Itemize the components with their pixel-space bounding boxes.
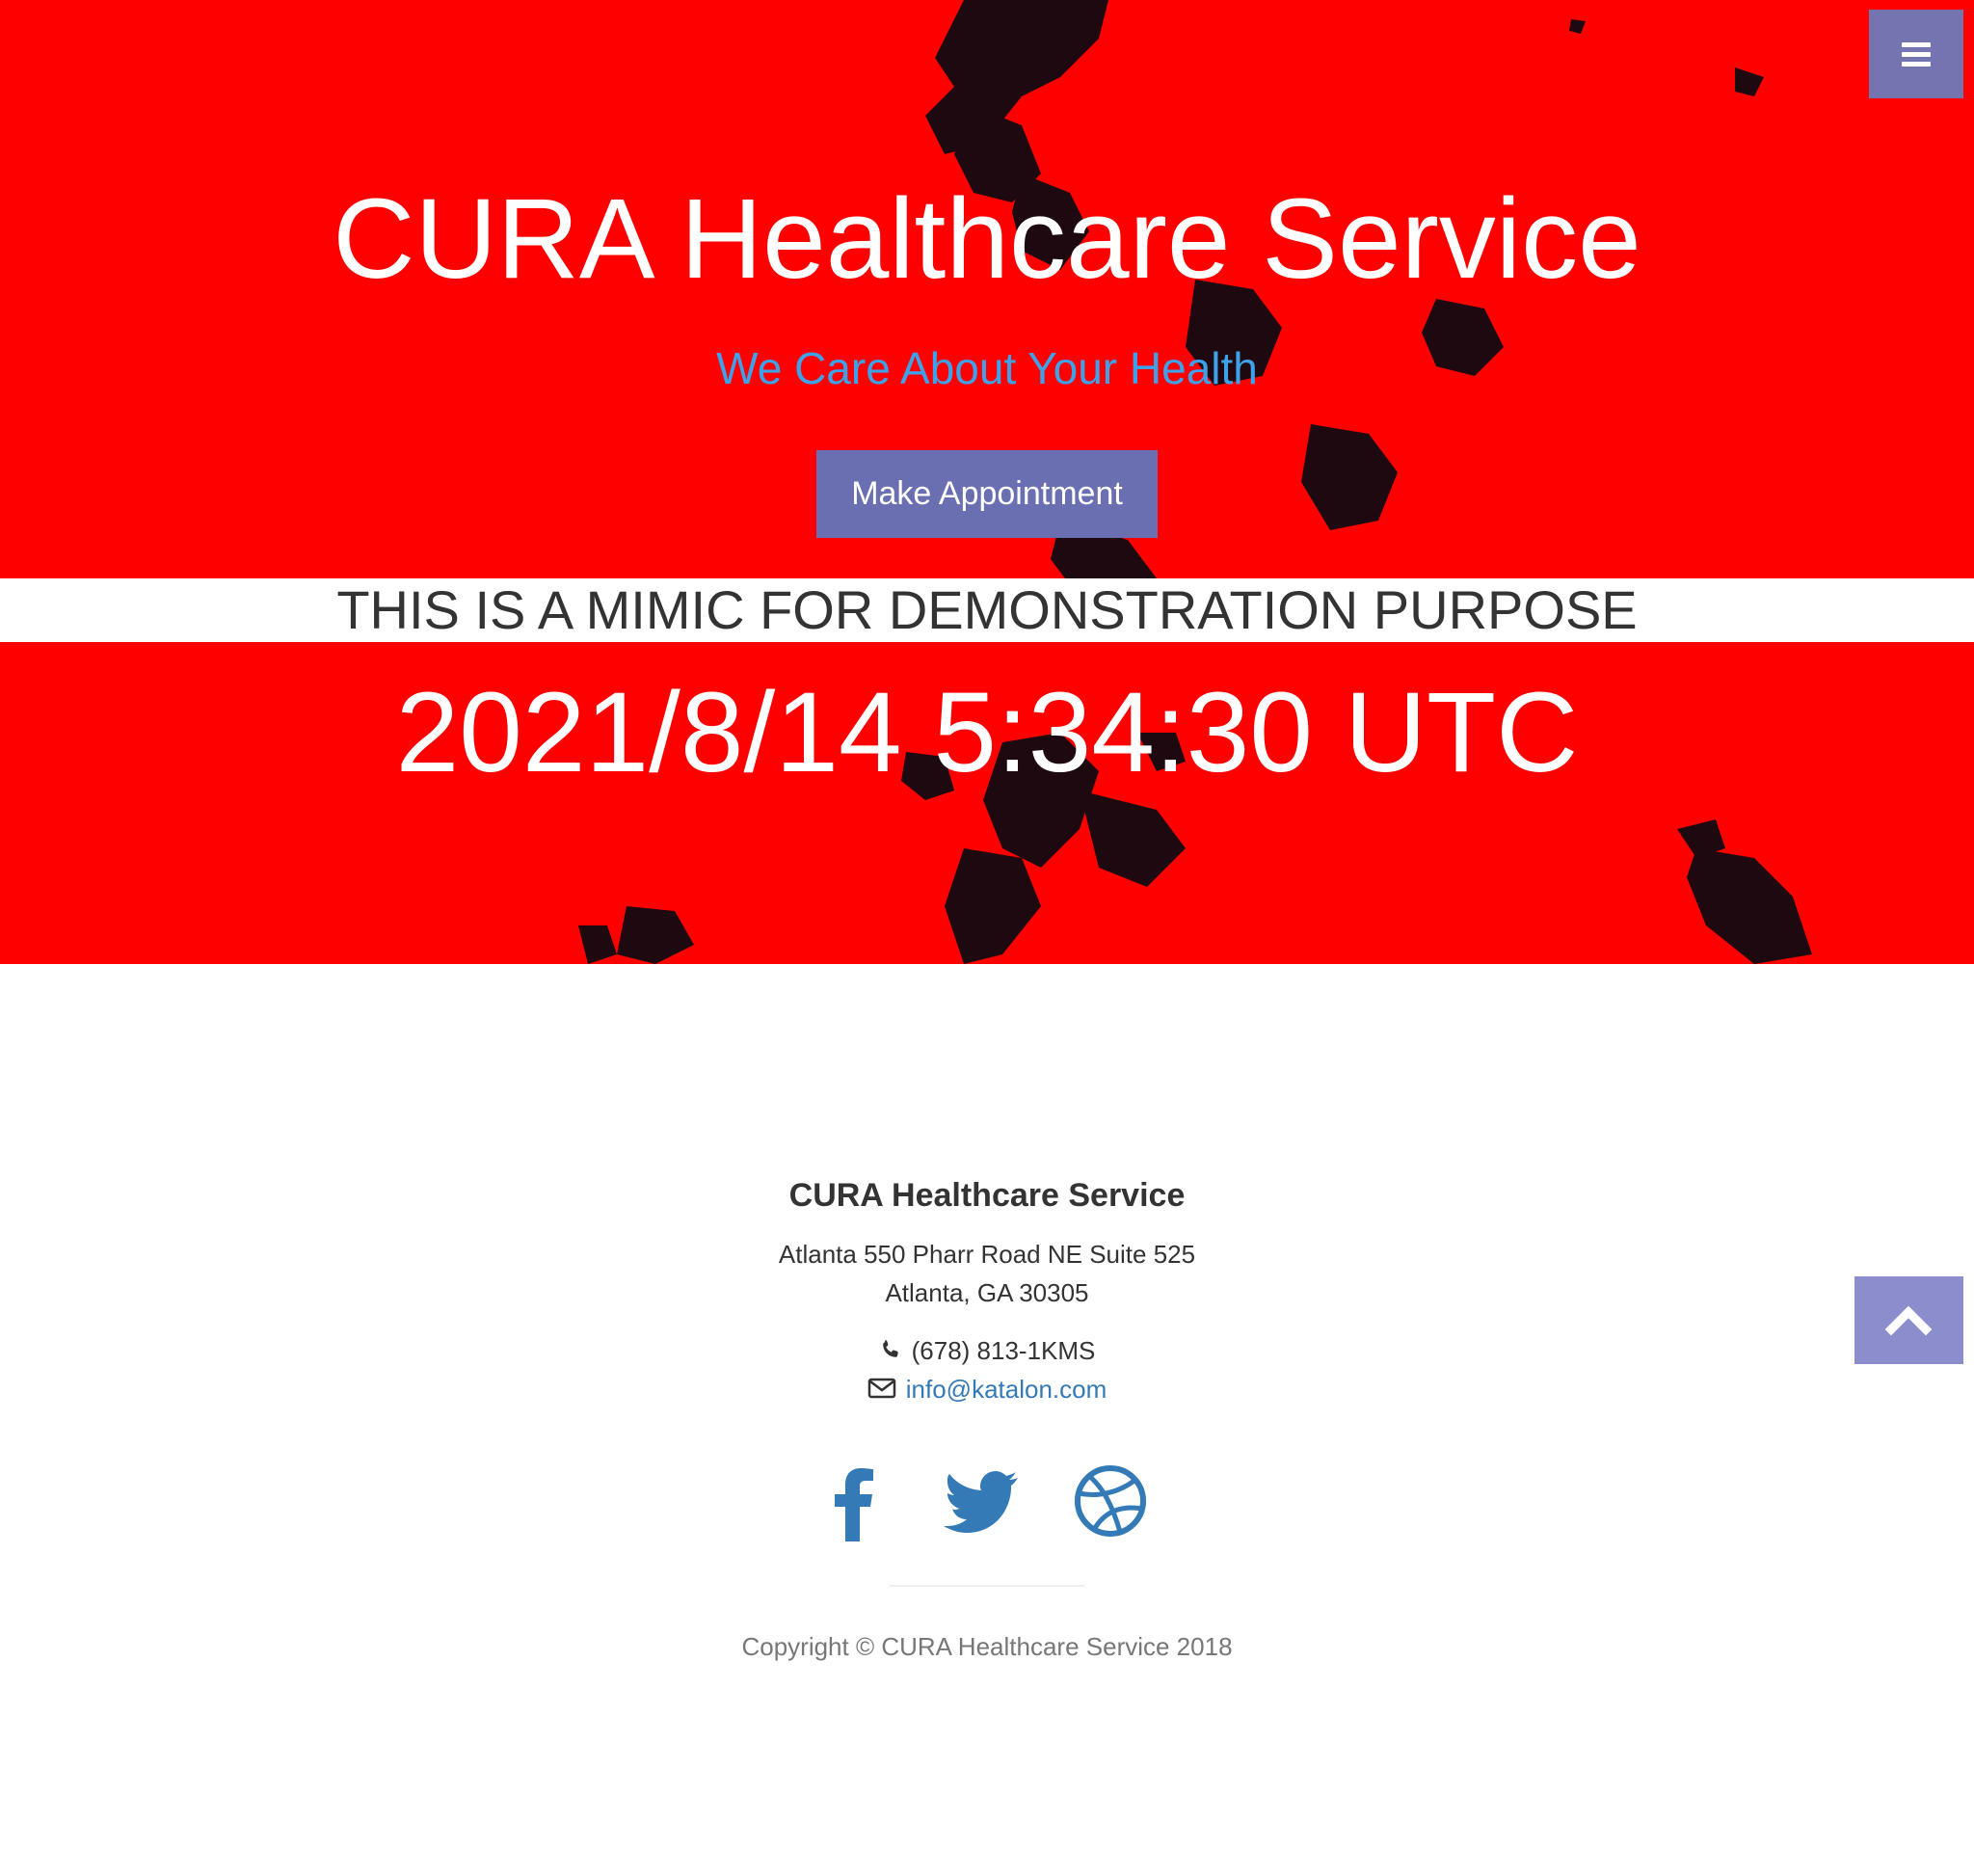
hero-tagline: We Care About Your Health <box>716 343 1258 393</box>
footer-title: CURA Healthcare Service <box>788 1177 1186 1214</box>
bars-icon <box>1902 42 1931 67</box>
scroll-to-top-button[interactable] <box>1854 1276 1963 1364</box>
chevron-up-icon <box>1854 1305 1963 1367</box>
phone-line: (678) 813-1KMS <box>0 1331 1974 1372</box>
hero-clock: 2021/8/14 5:34:30 UTC <box>395 669 1579 796</box>
email-link[interactable]: info@katalon.com <box>906 1375 1107 1404</box>
address-line-2: Atlanta, GA 30305 <box>885 1278 1089 1307</box>
phone-number: (678) 813-1KMS <box>911 1336 1096 1365</box>
phone-icon <box>879 1333 902 1372</box>
demo-banner: THIS IS A MIMIC FOR DEMONSTRATION PURPOS… <box>0 578 1974 642</box>
hero-section: CURA Healthcare Service We Care About Yo… <box>0 0 1974 964</box>
twitter-icon[interactable] <box>943 1461 1024 1541</box>
email-line: info@katalon.com <box>0 1370 1974 1410</box>
hero-title: CURA Healthcare Service <box>333 175 1641 303</box>
footer-divider <box>890 1585 1084 1587</box>
make-appointment-button[interactable]: Make Appointment <box>816 450 1158 538</box>
address-line-1: Atlanta 550 Pharr Road NE Suite 525 <box>778 1240 1196 1269</box>
dribbble-icon[interactable] <box>1070 1461 1151 1541</box>
copyright: Copyright © CURA Healthcare Service 2018 <box>741 1632 1233 1661</box>
envelope-icon <box>867 1372 896 1410</box>
facebook-icon[interactable] <box>814 1461 894 1541</box>
menu-toggle-button[interactable] <box>1869 10 1963 98</box>
